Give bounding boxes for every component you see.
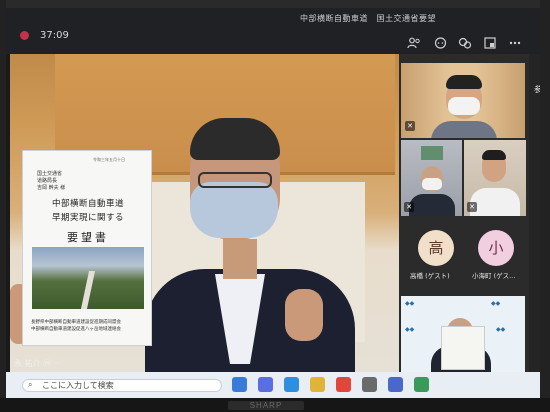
presenter-right-hand <box>285 289 323 341</box>
participant-video-tile[interactable]: ✕ <box>464 140 526 216</box>
logo-backdrop-icon: ◆◆ <box>496 326 506 333</box>
edge-browser-icon[interactable] <box>232 377 247 392</box>
participant-mask <box>448 97 480 115</box>
presenter-name-label: 永 祐介 ⓜ ··· <box>14 359 62 368</box>
participants-side-panel[interactable] <box>529 54 540 372</box>
participant-mask <box>422 178 442 190</box>
word-app-icon[interactable] <box>388 377 403 392</box>
teams-app-icon[interactable] <box>258 377 273 392</box>
taskbar-search-placeholder: ここに入力して検索 <box>42 381 114 390</box>
document-footer: 長野県中部横断自動車道建設促進期成同盟会 中部横断自動車道建設促進八ヶ岳地域連絡… <box>31 319 121 333</box>
reactions-icon[interactable] <box>457 37 473 51</box>
participant-hair <box>482 150 506 160</box>
footer-line: 中部横断自動車道建設促進八ヶ岳地域連絡会 <box>31 327 121 332</box>
participant-name: 高橋 (ゲスト) <box>410 272 450 280</box>
meeting-title: 中部横断自動車道 国土交通省要望 <box>300 14 436 23</box>
more-icon[interactable] <box>507 37 523 51</box>
participant-avatar[interactable]: 高 <box>418 230 454 266</box>
participant-body <box>431 121 497 138</box>
mic-off-icon: ✕ <box>467 202 477 212</box>
file-explorer-icon[interactable] <box>310 377 325 392</box>
chrome-browser-icon[interactable] <box>336 377 351 392</box>
presenter-glasses <box>198 172 272 188</box>
presenter-neck <box>223 239 257 279</box>
mic-off-icon: ✕ <box>404 202 414 212</box>
petition-document: 令和三年五月十日 国土交通省 道路局長 吉岡 幹夫 様 中部横断自動車道 早期実… <box>22 150 152 346</box>
participant-avatar[interactable]: 小 <box>478 230 514 266</box>
document-date: 令和三年五月十日 <box>93 157 125 162</box>
logo-backdrop-icon: ◆◆ <box>405 300 415 307</box>
document-recipient: 国土交通省 道路局長 吉岡 幹夫 様 <box>37 171 65 192</box>
participant-video-tile[interactable]: ◆◆ ◆◆ ◆◆ ◆◆ <box>401 296 525 374</box>
store-app-icon[interactable] <box>362 377 377 392</box>
monitor-bezel-top <box>0 0 550 8</box>
participant-body <box>409 194 455 216</box>
monitor-bezel-right <box>540 0 550 412</box>
recipient-line: 吉岡 幹夫 様 <box>37 185 66 191</box>
excel-app-icon[interactable] <box>414 377 429 392</box>
recipient-line: 道路局長 <box>37 178 58 184</box>
monitor-bezel-left <box>0 0 6 412</box>
presenter-mask <box>190 182 278 238</box>
participant-video-tile[interactable]: ✕ <box>401 140 462 216</box>
people-icon[interactable] <box>406 37 422 51</box>
search-icon: ⌕ <box>28 380 33 389</box>
participant-name: 小海町 (ゲス... <box>472 272 516 280</box>
participant-hair <box>446 75 482 89</box>
document-title-line-1: 中部横断自動車道 <box>51 199 124 209</box>
monitor-brand-logo: SHARP <box>228 401 304 410</box>
document-title-main: 要望書 <box>67 231 109 244</box>
rooms-icon[interactable] <box>482 37 498 51</box>
chat-icon[interactable] <box>432 37 448 51</box>
footer-line: 長野県中部横断自動車道建設促進期成同盟会 <box>31 320 121 325</box>
mic-off-icon: ✕ <box>405 121 415 131</box>
mail-app-icon[interactable] <box>284 377 299 392</box>
recipient-line: 国土交通省 <box>37 171 63 177</box>
main-video-stage[interactable]: 令和三年五月十日 国土交通省 道路局長 吉岡 幹夫 様 中部横断自動車道 早期実… <box>10 54 399 372</box>
held-document <box>441 326 485 370</box>
presenter-hair <box>190 118 280 160</box>
participant-body <box>470 188 520 216</box>
document-title-line-2: 早期実現に関する <box>51 213 124 223</box>
participant-video-tile[interactable]: ✕ <box>401 63 525 138</box>
wall-poster <box>421 146 443 160</box>
recording-indicator-icon <box>20 31 29 40</box>
meeting-timer: 37:09 <box>40 30 69 41</box>
logo-backdrop-icon: ◆◆ <box>405 326 415 333</box>
logo-backdrop-icon: ◆◆ <box>491 300 501 307</box>
